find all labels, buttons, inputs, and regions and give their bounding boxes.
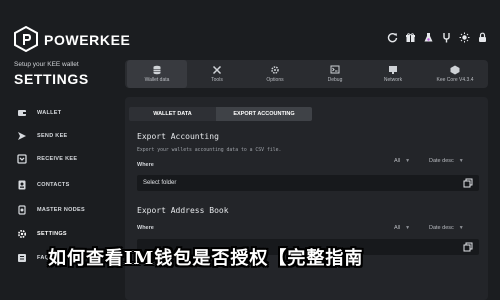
filter-dropdown[interactable]: All ▼ (394, 156, 410, 166)
subtabs: WALLET DATA EXPORT ACCOUNTING (129, 107, 485, 121)
master-nodes-icon (17, 205, 27, 215)
chevron-down-icon: ▼ (458, 158, 464, 164)
sidebar-item-send-kee[interactable]: SEND KEE (0, 126, 125, 146)
sidebar-item-contacts[interactable]: CONTACTS (0, 175, 125, 195)
sidebar-item-settings[interactable]: SETTINGS (0, 224, 125, 244)
copy-icon[interactable] (463, 242, 473, 252)
tools-icon (212, 65, 222, 75)
wallet-icon (17, 108, 27, 118)
export-accounting-title: Export Accounting (137, 132, 219, 141)
tab-label: Options (266, 77, 284, 83)
sidebar-item-label: CONTACTS (37, 182, 70, 188)
select-folder-input[interactable]: Select folder (137, 175, 479, 191)
tab-label: Wallet data (144, 77, 170, 83)
chevron-down-icon: ▼ (458, 225, 464, 231)
top-toolbar (387, 32, 488, 43)
overlay-caption: 如何查看IM钱包是否授权【完整指南 (48, 248, 364, 269)
setup-text: Setup your KEE wallet (14, 61, 79, 68)
subtab-export-accounting[interactable]: EXPORT ACCOUNTING (216, 107, 312, 121)
settings-tab-bar: Wallet data Tools Options Debug Network … (125, 60, 488, 88)
brand-name: POWERKEE (44, 32, 131, 48)
powerkee-logo-icon (14, 25, 38, 53)
chevron-down-icon: ▼ (405, 225, 411, 231)
sidebar-item-receive-kee[interactable]: RECEIVE KEE (0, 149, 125, 169)
copy-icon[interactable] (463, 178, 473, 188)
select-folder-text: Select folder (143, 180, 177, 186)
receive-icon (17, 154, 27, 164)
where-label: Where (137, 225, 154, 231)
sidebar-item-label: SEND KEE (37, 133, 68, 139)
sun-icon[interactable] (459, 32, 470, 43)
sidebar-item-label: SETTINGS (37, 231, 67, 237)
core-icon (450, 65, 460, 75)
tab-tools[interactable]: Tools (187, 60, 247, 88)
export-address-book-title: Export Address Book (137, 206, 229, 215)
filter-value: All (394, 225, 401, 231)
subtab-wallet-data[interactable]: WALLET DATA (129, 107, 216, 121)
faq-icon (17, 253, 27, 263)
sidebar-item-wallet[interactable]: WALLET (0, 103, 125, 123)
chevron-down-icon: ▼ (405, 158, 411, 164)
where-label: Where (137, 162, 154, 168)
settings-icon (17, 229, 27, 239)
refresh-icon[interactable] (387, 32, 398, 43)
export-accounting-description: Export your wallets accounting data to a… (137, 148, 282, 153)
filter-dropdown[interactable]: All ▼ (394, 223, 410, 233)
tab-options[interactable]: Options (245, 60, 305, 88)
tab-kee-core[interactable]: Kee Core V4.3.4 (425, 60, 485, 88)
tab-label: Tools (211, 77, 223, 83)
database-icon (152, 65, 162, 75)
filter-value: All (394, 158, 401, 164)
send-icon (17, 131, 27, 141)
sort-value: Date desc (429, 158, 454, 164)
sort-dropdown[interactable]: Date desc ▼ (429, 156, 464, 166)
tab-label: Debug (327, 77, 343, 83)
options-icon (270, 65, 280, 75)
network-icon (388, 65, 398, 75)
sidebar-item-label: MASTER NODES (37, 207, 85, 213)
sidebar-item-label: RECEIVE KEE (37, 156, 78, 162)
tab-network[interactable]: Network (363, 60, 423, 88)
tuning-fork-icon[interactable] (441, 32, 452, 43)
page-title: SETTINGS (14, 71, 89, 87)
flask-icon[interactable] (423, 32, 434, 43)
debug-icon (330, 65, 340, 75)
sidebar-item-master-nodes[interactable]: MASTER NODES (0, 200, 125, 220)
contacts-icon (17, 180, 27, 190)
tab-label: Network (383, 77, 403, 83)
tab-debug[interactable]: Debug (305, 60, 365, 88)
padlock-icon[interactable] (477, 32, 488, 43)
gift-icon[interactable] (405, 32, 416, 43)
sort-value: Date desc (429, 225, 454, 231)
sort-dropdown[interactable]: Date desc ▼ (429, 223, 464, 233)
tab-wallet-data[interactable]: Wallet data (127, 60, 187, 88)
tab-label: Kee Core V4.3.4 (436, 77, 474, 83)
sidebar-item-label: WALLET (37, 110, 62, 116)
